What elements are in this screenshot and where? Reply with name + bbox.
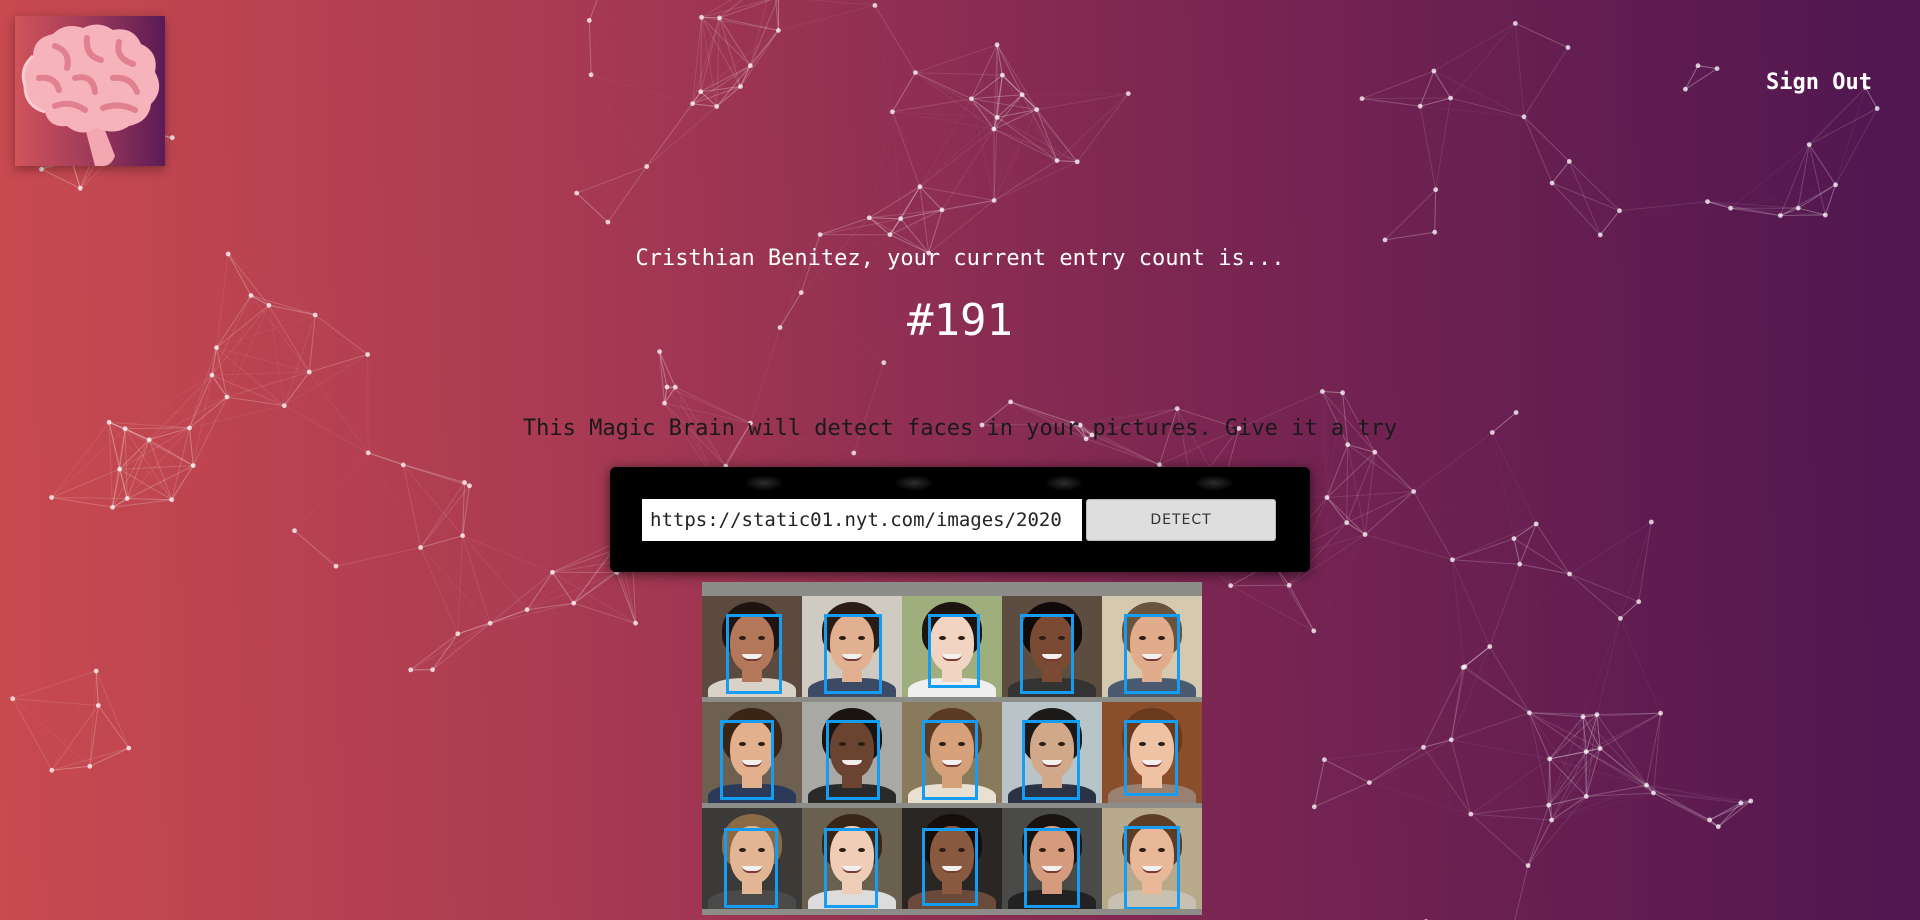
face-photo — [702, 808, 802, 909]
face-photo — [802, 808, 902, 909]
entry-count-number: #191 — [907, 295, 1013, 346]
face-photo — [702, 702, 802, 803]
face-bounding-box — [1022, 720, 1080, 800]
panel-glow — [1194, 475, 1234, 491]
face-photo — [702, 596, 802, 697]
brain-icon — [21, 24, 160, 166]
face-bounding-box — [922, 828, 978, 906]
image-link-form: DETECT — [610, 467, 1310, 572]
image-url-input[interactable] — [642, 499, 1082, 541]
face-bounding-box — [726, 614, 782, 694]
brain-logo — [15, 16, 165, 166]
face-photo — [802, 702, 902, 803]
face-bounding-box — [922, 720, 978, 800]
face-bounding-box — [826, 720, 880, 800]
instructions-text: This Magic Brain will detect faces in yo… — [522, 416, 1398, 441]
entry-count-message: Cristhian Benitez, your current entry co… — [635, 246, 1285, 271]
face-bounding-box — [824, 614, 882, 694]
face-photo — [1102, 596, 1202, 697]
face-bounding-box — [1124, 826, 1180, 909]
top-nav: Sign Out — [1766, 70, 1872, 95]
panel-glow — [744, 475, 784, 491]
sign-out-link[interactable]: Sign Out — [1766, 70, 1872, 95]
panel-glow — [894, 475, 934, 491]
face-photo — [802, 596, 902, 697]
face-bounding-box — [1024, 828, 1080, 908]
face-bounding-box — [1124, 720, 1178, 796]
face-bounding-box — [1020, 614, 1074, 694]
face-bounding-box — [1124, 614, 1180, 694]
face-photo-grid — [702, 596, 1202, 914]
face-photo — [1102, 702, 1202, 803]
face-photo — [1002, 808, 1102, 909]
face-photo — [902, 702, 1002, 803]
face-photo — [902, 596, 1002, 697]
face-photo — [1002, 596, 1102, 697]
face-photo — [1002, 702, 1102, 803]
face-detection-image — [702, 582, 1202, 915]
face-bounding-box — [928, 614, 980, 688]
face-photo — [1102, 808, 1202, 909]
detect-button[interactable]: DETECT — [1086, 499, 1276, 541]
face-bounding-box — [720, 720, 774, 800]
panel-glow — [1044, 475, 1084, 491]
face-bounding-box — [724, 828, 778, 908]
face-bounding-box — [824, 828, 878, 908]
face-photo — [902, 808, 1002, 909]
